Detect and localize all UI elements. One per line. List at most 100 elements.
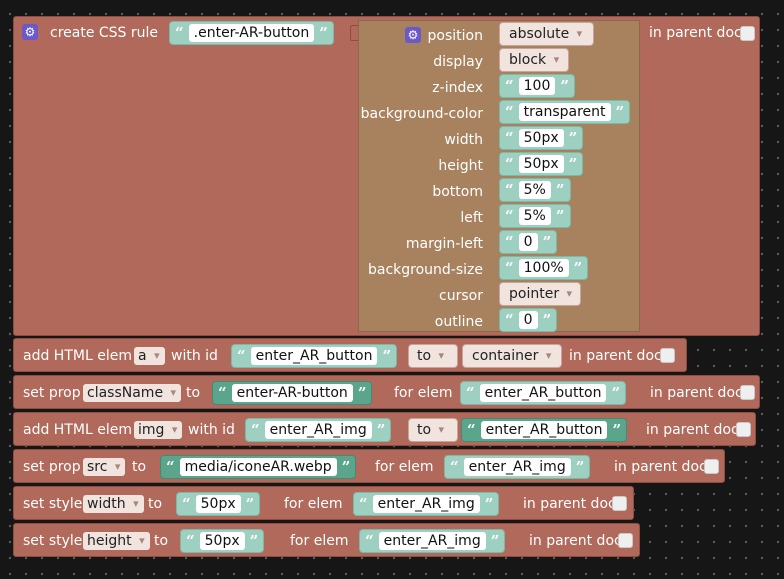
in-parent-doc-label: in parent doc xyxy=(650,385,743,401)
prop-dropdown[interactable]: className xyxy=(83,384,182,402)
gear-icon[interactable]: ⚙ xyxy=(405,27,421,43)
id-text[interactable]: “ enter_AR_button ” xyxy=(231,344,398,368)
prop-value-text[interactable]: “50px” xyxy=(499,152,584,176)
set-style-block-height[interactable]: set style height to “ 50px ” for elem “ … xyxy=(13,523,640,557)
value-text[interactable]: “ enter-AR-button ” xyxy=(212,381,373,405)
value-value[interactable]: 50px xyxy=(199,532,245,550)
in-parent-doc-checkbox[interactable] xyxy=(740,385,755,400)
tag-dropdown[interactable]: a xyxy=(134,347,165,365)
set-prop-block-src[interactable]: set prop src to “ media/iconeAR.webp ” f… xyxy=(13,449,725,483)
prop-value-text[interactable]: “100%” xyxy=(499,256,589,280)
quote-icon: ” xyxy=(249,532,259,550)
in-parent-doc-checkbox[interactable] xyxy=(704,459,719,474)
quote-icon: “ xyxy=(505,311,514,329)
quote-icon: ” xyxy=(615,103,625,121)
with-id-label: with id xyxy=(171,348,218,364)
in-parent-doc-checkbox[interactable] xyxy=(612,496,627,511)
parent-text[interactable]: “ enter_AR_button ” xyxy=(461,418,628,442)
add-html-elem-block-img[interactable]: add HTML elem img with id “ enter_AR_img… xyxy=(13,412,756,446)
cursor-dropdown[interactable]: pointer xyxy=(505,285,578,303)
elem-text[interactable]: “ enter_AR_img ” xyxy=(444,455,591,479)
elem-value[interactable]: enter_AR_img xyxy=(372,495,480,513)
prop-value-text[interactable]: “5%” xyxy=(499,178,571,202)
set-style-block-width[interactable]: set style width to “ 50px ” for elem “ e… xyxy=(13,486,634,520)
quote-icon: ” xyxy=(560,77,570,95)
style-dropdown[interactable]: width xyxy=(83,495,144,513)
prop-label-display: display xyxy=(433,54,483,70)
value-text[interactable]: “ media/iconeAR.webp ” xyxy=(160,455,357,479)
elem-value[interactable]: enter_AR_button xyxy=(479,384,607,402)
elem-value[interactable]: enter_AR_img xyxy=(378,532,486,550)
outline-value[interactable]: 0 xyxy=(518,311,538,329)
value-text[interactable]: “ 50px ” xyxy=(180,529,265,553)
elem-value[interactable]: enter_AR_img xyxy=(463,458,571,476)
for-elem-label: for elem xyxy=(284,496,343,512)
quote-icon: ” xyxy=(319,24,328,42)
parent-dropdown[interactable]: container xyxy=(468,347,557,365)
prop-value-text[interactable]: “5%” xyxy=(499,204,571,228)
create-css-rule-block[interactable]: ⚙ create CSS rule “ .enter-AR-button ” ⚙… xyxy=(13,16,760,336)
to-dropdown[interactable]: to xyxy=(413,347,450,365)
quote-icon: “ xyxy=(182,495,191,513)
id-value[interactable]: enter_AR_img xyxy=(264,421,372,439)
value-value[interactable]: enter-AR-button xyxy=(231,384,353,402)
for-elem-label: for elem xyxy=(394,385,453,401)
style-dropdown[interactable]: height xyxy=(83,532,150,550)
outline-text[interactable]: “ 0 ” xyxy=(499,308,558,332)
to-dropdown[interactable]: to xyxy=(413,421,450,439)
to-label: to xyxy=(148,496,163,512)
tag-dropdown[interactable]: img xyxy=(134,421,183,439)
prop-value[interactable]: 100% xyxy=(518,259,569,277)
id-value[interactable]: enter_AR_button xyxy=(250,347,378,365)
prop-value[interactable]: 5% xyxy=(518,207,551,225)
prop-value-text[interactable]: “50px” xyxy=(499,126,584,150)
prop-label: z-index xyxy=(432,80,483,96)
prop-value[interactable]: 0 xyxy=(518,233,538,251)
quote-icon: ” xyxy=(555,181,565,199)
prop-value-text[interactable]: “0” xyxy=(499,230,558,254)
value-value[interactable]: media/iconeAR.webp xyxy=(179,458,337,476)
in-parent-doc-checkbox[interactable] xyxy=(618,533,633,548)
css-selector-text[interactable]: “ .enter-AR-button ” xyxy=(169,21,334,45)
display-dropdown[interactable]: block xyxy=(505,51,565,69)
prop-label: height xyxy=(438,158,483,174)
quote-icon: “ xyxy=(505,181,514,199)
quote-icon: ” xyxy=(341,458,351,476)
elem-text[interactable]: “ enter_AR_img ” xyxy=(359,529,506,553)
for-elem-label: for elem xyxy=(290,533,349,549)
parent-value[interactable]: enter_AR_button xyxy=(480,421,608,439)
value-text[interactable]: “ 50px ” xyxy=(176,492,261,516)
prop-value[interactable]: 5% xyxy=(518,181,551,199)
quote-icon: ” xyxy=(357,384,367,402)
quote-icon: ” xyxy=(376,421,386,439)
prop-label: margin-left xyxy=(405,236,483,252)
elem-text[interactable]: “ enter_AR_img ” xyxy=(353,492,500,516)
set-style-label: set style xyxy=(23,533,83,549)
gear-icon[interactable]: ⚙ xyxy=(22,24,38,40)
in-parent-doc-checkbox[interactable] xyxy=(740,26,755,41)
prop-label-cursor: cursor xyxy=(439,288,483,304)
prop-value[interactable]: 50px xyxy=(518,155,564,173)
prop-label: bottom xyxy=(432,184,483,200)
css-properties-block[interactable]: ⚙ position absolute display block z-inde… xyxy=(358,20,640,332)
set-prop-block-classname[interactable]: set prop className to “ enter-AR-button … xyxy=(13,375,760,409)
prop-value[interactable]: transparent xyxy=(518,103,611,121)
prop-value[interactable]: 100 xyxy=(518,77,556,95)
elem-text[interactable]: “ enter_AR_button ” xyxy=(460,381,627,405)
prop-dropdown[interactable]: src xyxy=(83,458,126,476)
quote-icon: “ xyxy=(505,259,514,277)
prop-value-text[interactable]: “100” xyxy=(499,74,576,98)
quote-icon: “ xyxy=(175,24,184,42)
quote-icon: “ xyxy=(505,77,514,95)
quote-icon: “ xyxy=(166,458,175,476)
value-value[interactable]: 50px xyxy=(195,495,241,513)
add-html-elem-block-a[interactable]: add HTML elem a with id “ enter_AR_butto… xyxy=(13,338,687,372)
prop-value[interactable]: 50px xyxy=(518,129,564,147)
id-text[interactable]: “ enter_AR_img ” xyxy=(245,418,392,442)
prop-value-text[interactable]: “transparent” xyxy=(499,100,631,124)
css-selector-value[interactable]: .enter-AR-button xyxy=(188,24,315,42)
position-dropdown[interactable]: absolute xyxy=(505,25,588,43)
in-parent-doc-label: in parent doc xyxy=(646,422,739,438)
in-parent-doc-checkbox[interactable] xyxy=(736,422,751,437)
in-parent-doc-checkbox[interactable] xyxy=(660,348,675,363)
